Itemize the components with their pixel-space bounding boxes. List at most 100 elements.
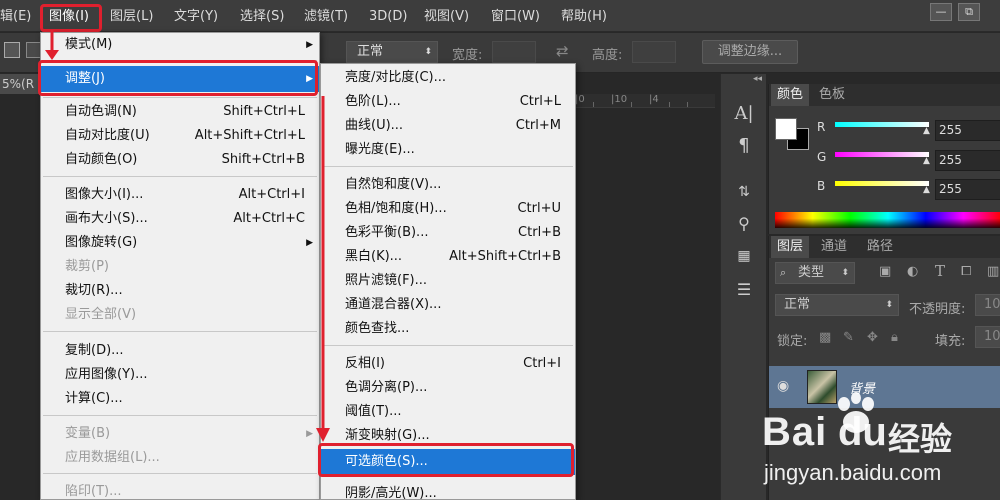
menu-item-apply-image[interactable]: 应用图像(Y)...	[41, 363, 319, 387]
menu-item-color-balance[interactable]: 色彩平衡(B)... Ctrl+B	[321, 221, 575, 245]
fill-label: 填充:	[935, 334, 966, 349]
lock-transparent-icon[interactable]: ▩	[819, 330, 831, 345]
menu-item-auto-color[interactable]: 自动颜色(O) Shift+Ctrl+B	[41, 148, 319, 172]
menu-item-auto-contrast[interactable]: 自动对比度(U) Alt+Shift+Ctrl+L	[41, 124, 319, 148]
smart-object-filter-icon[interactable]: ▥	[987, 264, 999, 279]
menu-item-shortcut: Shift+Ctrl+L	[223, 104, 305, 119]
width-input[interactable]	[492, 41, 536, 63]
blue-slider[interactable]	[835, 181, 929, 186]
character-panel-icon[interactable]: A|	[729, 102, 759, 126]
opacity-input[interactable]: 100	[975, 294, 1000, 316]
menu-3d[interactable]: 3D(D)	[369, 7, 407, 27]
menu-item-label: 应用图像(Y)...	[65, 367, 148, 382]
menu-filter[interactable]: 滤镜(T)	[304, 7, 348, 27]
fill-input[interactable]: 100	[975, 326, 1000, 348]
foreground-color-swatch[interactable]	[775, 118, 797, 140]
brush-preset-icon[interactable]: ⚲	[729, 212, 759, 236]
lock-move-icon[interactable]: ✥	[867, 330, 878, 345]
tab-swatches[interactable]: 色板	[813, 84, 851, 106]
menu-help[interactable]: 帮助(H)	[561, 7, 607, 27]
type-filter-icon[interactable]: T	[935, 262, 945, 280]
menu-item-shortcut: Alt+Shift+Ctrl+B	[449, 249, 561, 264]
menu-item-duplicate[interactable]: 复制(D)...	[41, 339, 319, 363]
menu-view[interactable]: 视图(V)	[424, 7, 469, 27]
menu-item-trap[interactable]: 陷印(T)...	[41, 480, 319, 500]
menu-layer[interactable]: 图层(L)	[110, 7, 153, 27]
menu-item-apply-data-set[interactable]: 应用数据组(L)...	[41, 446, 319, 470]
history-panel-icon[interactable]: ⇅	[729, 180, 759, 204]
properties-panel-icon[interactable]: ▦	[729, 244, 759, 268]
top-ruler: |0 |10 |4	[575, 94, 715, 108]
paragraph-panel-icon[interactable]: ¶	[729, 134, 759, 158]
blue-value-input[interactable]: 255	[935, 179, 1000, 200]
menu-item-invert[interactable]: 反相(I) Ctrl+I	[321, 352, 575, 376]
menu-item-exposure[interactable]: 曝光度(E)...	[321, 138, 575, 162]
tab-color[interactable]: 颜色	[771, 84, 810, 106]
menu-item-trim[interactable]: 裁切(R)...	[41, 279, 319, 303]
red-slider[interactable]	[835, 122, 929, 127]
shape-filter-icon[interactable]: ⧠	[961, 264, 971, 279]
collapse-arrows-icon[interactable]: ◂◂	[753, 74, 762, 84]
adjustment-filter-icon[interactable]: ◐	[907, 264, 918, 279]
menu-item-mode[interactable]: 模式(M) ▶	[41, 33, 319, 57]
menu-item-label: 陷印(T)...	[65, 484, 122, 499]
layer-filter-select[interactable]: ⌕ 类型 ⬍	[775, 262, 855, 284]
menu-item-black-white[interactable]: 黑白(K)... Alt+Shift+Ctrl+B	[321, 245, 575, 269]
menu-item-canvas-size[interactable]: 画布大小(S)... Alt+Ctrl+C	[41, 207, 319, 231]
menu-item-shortcut: Ctrl+L	[519, 94, 561, 109]
menu-window[interactable]: 窗口(W)	[491, 7, 540, 27]
menu-item-reveal-all[interactable]: 显示全部(V)	[41, 303, 319, 327]
style-select[interactable]: 正常 ⬍	[346, 41, 438, 63]
tab-paths[interactable]: 路径	[861, 236, 899, 258]
tool-preset-icon[interactable]	[4, 42, 20, 58]
menu-item-color-lookup[interactable]: 颜色查找...	[321, 317, 575, 341]
menu-item-shadows-highlights[interactable]: 阴影/高光(W)...	[321, 482, 575, 500]
menu-item-posterize[interactable]: 色调分离(P)...	[321, 376, 575, 400]
menu-item-variables[interactable]: 变量(B) ▶	[41, 422, 319, 446]
height-label: 高度:	[592, 48, 623, 63]
refine-edge-button[interactable]: 调整边缘...	[702, 40, 798, 64]
menu-item-image-size[interactable]: 图像大小(I)... Alt+Ctrl+I	[41, 183, 319, 207]
menu-item-crop[interactable]: 裁剪(P)	[41, 255, 319, 279]
minimize-button[interactable]: —	[930, 3, 952, 21]
pixel-filter-icon[interactable]: ▣	[879, 264, 891, 279]
lock-all-icon[interactable]: 🔒︎	[891, 330, 898, 345]
slider-handle-icon[interactable]: ▲	[923, 156, 930, 166]
menu-item-label: 自动色调(N)	[65, 104, 137, 119]
swap-icon[interactable]: ⇄	[556, 42, 569, 60]
menu-item-calculations[interactable]: 计算(C)...	[41, 387, 319, 411]
menu-edit[interactable]: 辑(E)	[0, 7, 31, 27]
green-value-input[interactable]: 255	[935, 150, 1000, 171]
menu-item-auto-tone[interactable]: 自动色调(N) Shift+Ctrl+L	[41, 100, 319, 124]
menu-item-levels[interactable]: 色阶(L)... Ctrl+L	[321, 90, 575, 114]
color-spectrum-bar[interactable]	[775, 212, 1000, 228]
tab-channels[interactable]: 通道	[815, 236, 853, 258]
menu-type[interactable]: 文字(Y)	[174, 7, 218, 27]
menu-item-photo-filter[interactable]: 照片滤镜(F)...	[321, 269, 575, 293]
menu-item-label: 曝光度(E)...	[345, 142, 415, 157]
chevron-updown-icon: ⬍	[841, 268, 849, 278]
slider-handle-icon[interactable]: ▲	[923, 126, 930, 136]
menu-item-threshold[interactable]: 阈值(T)...	[321, 400, 575, 424]
height-input[interactable]	[632, 41, 676, 63]
slider-handle-icon[interactable]: ▲	[923, 185, 930, 195]
lock-brush-icon[interactable]: ✎	[843, 330, 854, 345]
restore-button[interactable]: ⧉	[958, 3, 980, 21]
menu-separator	[43, 415, 317, 416]
menu-item-label: 亮度/对比度(C)...	[345, 70, 446, 85]
menu-item-channel-mixer[interactable]: 通道混合器(X)...	[321, 293, 575, 317]
menu-item-brightness-contrast[interactable]: 亮度/对比度(C)...	[321, 66, 575, 90]
submenu-arrow-icon: ▶	[306, 40, 313, 50]
menu-item-hue-saturation[interactable]: 色相/饱和度(H)... Ctrl+U	[321, 197, 575, 221]
menu-select[interactable]: 选择(S)	[240, 7, 284, 27]
menu-item-label: 显示全部(V)	[65, 307, 137, 322]
menu-item-image-rotation[interactable]: 图像旋转(G) ▶	[41, 231, 319, 255]
green-slider[interactable]	[835, 152, 929, 157]
menu-item-curves[interactable]: 曲线(U)... Ctrl+M	[321, 114, 575, 138]
blend-mode-select[interactable]: 正常 ⬍	[775, 294, 899, 316]
adjustments-panel-icon[interactable]: ☰	[729, 278, 759, 302]
tab-layers[interactable]: 图层	[771, 236, 810, 258]
menu-item-vibrance[interactable]: 自然饱和度(V)...	[321, 173, 575, 197]
menu-item-shortcut: Ctrl+I	[523, 356, 561, 371]
red-value-input[interactable]: 255	[935, 120, 1000, 141]
